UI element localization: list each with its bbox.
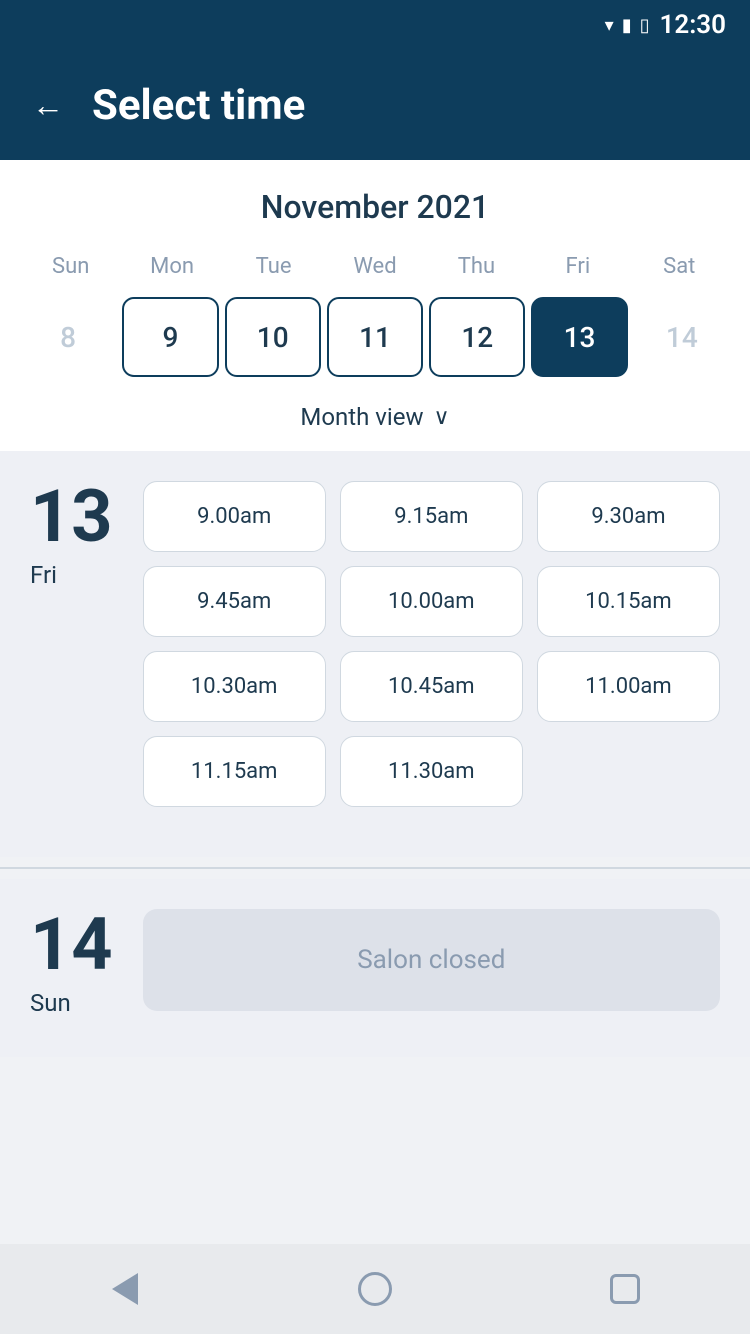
day-8[interactable]: 8	[20, 297, 116, 377]
nav-back-icon	[112, 1273, 138, 1305]
time-slot-1100am[interactable]: 11.00am	[537, 651, 720, 722]
weekday-fri: Fri	[527, 246, 628, 287]
day-12[interactable]: 12	[429, 297, 525, 377]
calendar-section: November 2021 Sun Mon Tue Wed Thu Fri Sa…	[0, 160, 750, 451]
day13-time-grid: 9.00am 9.15am 9.30am 9.45am 10.00am 10.1…	[143, 481, 720, 807]
day13-section: 13 Fri 9.00am 9.15am 9.30am 9.45am 10.00…	[0, 451, 750, 857]
weekday-sun: Sun	[20, 246, 121, 287]
day14-section: 14 Sun Salon closed	[0, 879, 750, 1057]
day13-header: 13 Fri 9.00am 9.15am 9.30am 9.45am 10.00…	[30, 481, 720, 807]
time-slot-900am[interactable]: 9.00am	[143, 481, 326, 552]
status-time: 12:30	[660, 10, 727, 40]
nav-recents-button[interactable]	[585, 1249, 665, 1329]
day13-name: Fri	[30, 561, 113, 589]
day-14[interactable]: 14	[634, 297, 730, 377]
time-slot-1130am[interactable]: 11.30am	[340, 736, 523, 807]
status-icons: ▾ ▮ ▯	[605, 15, 650, 36]
day14-name: Sun	[30, 989, 113, 1017]
month-view-label: Month view	[300, 403, 423, 431]
day-9[interactable]: 9	[122, 297, 218, 377]
status-bar: ▾ ▮ ▯ 12:30	[0, 0, 750, 50]
time-slot-930am[interactable]: 9.30am	[537, 481, 720, 552]
header: ← Select time	[0, 50, 750, 160]
wifi-icon: ▾	[605, 15, 614, 36]
nav-bar	[0, 1244, 750, 1334]
weekday-thu: Thu	[426, 246, 527, 287]
time-slot-1115am[interactable]: 11.15am	[143, 736, 326, 807]
day-10[interactable]: 10	[225, 297, 321, 377]
day-11[interactable]: 11	[327, 297, 423, 377]
back-icon: ←	[32, 87, 64, 123]
month-view-toggle[interactable]: Month view ∨	[20, 385, 730, 451]
page-title: Select time	[92, 81, 305, 130]
weekday-tue: Tue	[223, 246, 324, 287]
time-slot-1030am[interactable]: 10.30am	[143, 651, 326, 722]
day14-number: 14	[30, 909, 113, 981]
time-slot-945am[interactable]: 9.45am	[143, 566, 326, 637]
nav-back-button[interactable]	[85, 1249, 165, 1329]
time-slot-1000am[interactable]: 10.00am	[340, 566, 523, 637]
month-year-label: November 2021	[20, 188, 730, 226]
weekday-wed: Wed	[324, 246, 425, 287]
battery-icon: ▯	[640, 15, 650, 36]
nav-recents-icon	[610, 1274, 640, 1304]
signal-icon: ▮	[622, 15, 632, 36]
back-button[interactable]: ←	[32, 89, 64, 121]
chevron-down-icon: ∨	[434, 405, 450, 430]
calendar-days: 8 9 10 11 12 13 14	[20, 297, 730, 385]
weekday-mon: Mon	[121, 246, 222, 287]
salon-closed-label: Salon closed	[143, 909, 720, 1011]
day14-content: Salon closed	[143, 909, 720, 1011]
section-divider	[0, 867, 750, 869]
day13-number: 13	[30, 481, 113, 553]
time-slot-915am[interactable]: 9.15am	[340, 481, 523, 552]
nav-home-button[interactable]	[335, 1249, 415, 1329]
nav-home-icon	[358, 1272, 392, 1306]
weekday-sat: Sat	[629, 246, 730, 287]
weekday-headers: Sun Mon Tue Wed Thu Fri Sat	[20, 246, 730, 287]
day-13[interactable]: 13	[531, 297, 627, 377]
time-slot-1045am[interactable]: 10.45am	[340, 651, 523, 722]
time-slot-1015am[interactable]: 10.15am	[537, 566, 720, 637]
